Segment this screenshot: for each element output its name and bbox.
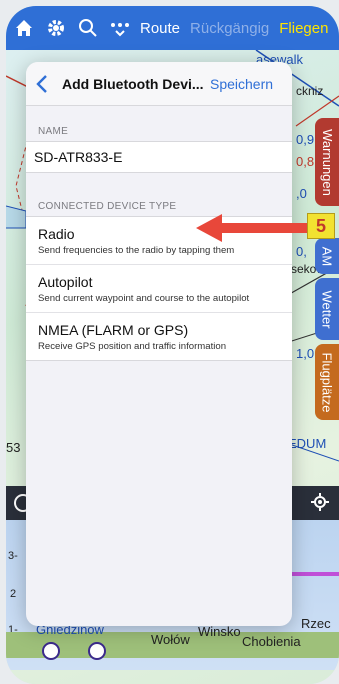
device-type-option-nmea[interactable]: NMEA (FLARM or GPS) Receive GPS position… [26, 313, 292, 360]
tab-weather-label: Wetter [319, 289, 335, 329]
gear-icon[interactable] [44, 16, 68, 40]
chevron-left-icon [36, 74, 47, 93]
main-toolbar: Route Rückgängig Fliegen [6, 6, 339, 50]
map-label: EDUM [288, 436, 327, 451]
map-label: Chobienia [242, 634, 301, 649]
name-group: SD-ATR833-E [26, 141, 292, 173]
save-button[interactable]: Speichern [210, 76, 273, 92]
sheet-nav-bar: Add Bluetooth Devi... Speichern [26, 62, 292, 106]
back-button[interactable] [30, 62, 54, 106]
map-label: ,0 [296, 186, 307, 201]
map-label: 0,9 [296, 132, 315, 147]
profile-tick: 3- [8, 550, 18, 562]
option-subtitle: Send current waypoint and course to the … [38, 293, 250, 304]
map-label: Rzec [301, 616, 331, 631]
sheet-title: Add Bluetooth Devi... [62, 75, 204, 92]
tab-airports-label: Flugplätze [319, 352, 335, 412]
device-type-section-header: CONNECTED DEVICE TYPE [38, 201, 177, 212]
home-icon[interactable] [12, 16, 36, 40]
undo-button[interactable]: Rückgängig [190, 20, 269, 37]
waypoint-icon[interactable] [88, 642, 106, 660]
map-label: 1,0 [296, 346, 315, 361]
option-subtitle: Send frequencies to the radio by tapping… [38, 245, 235, 256]
app-window: asewalk ckniz 0,9 0,8 ,0 0, sekow 1,0 53… [6, 6, 339, 684]
profile-tick: 2 [10, 588, 17, 600]
annotation-badge: 5 [307, 213, 335, 239]
map-label: Winsko [198, 624, 241, 639]
tab-warnings-label: Warnungen [319, 128, 335, 196]
option-subtitle: Receive GPS position and traffic informa… [38, 341, 227, 352]
device-type-option-autopilot[interactable]: Autopilot Send current waypoint and cour… [26, 265, 292, 313]
waypoint-icon[interactable] [42, 642, 60, 660]
map-label: Wołów [151, 632, 190, 647]
tab-weather[interactable]: Wetter [315, 278, 339, 340]
tab-am[interactable]: AM [315, 238, 339, 274]
map-label: ckniz [296, 84, 324, 98]
option-title: Autopilot [38, 274, 93, 290]
option-title: NMEA (FLARM or GPS) [38, 322, 189, 338]
locate-icon[interactable] [311, 493, 329, 516]
map-label: 53 [6, 440, 21, 455]
route-line [286, 572, 339, 576]
route-button[interactable]: Route [140, 20, 180, 37]
map-label: 0,8 [296, 154, 315, 169]
tab-airports[interactable]: Flugplätze [315, 344, 339, 420]
tab-warnings[interactable]: Warnungen [315, 118, 339, 206]
name-section-header: NAME [38, 126, 69, 137]
search-icon[interactable] [76, 16, 100, 40]
add-bluetooth-device-sheet: Add Bluetooth Devi... Speichern NAME SD-… [26, 62, 292, 626]
annotation-arrow-icon [196, 214, 308, 242]
fly-button[interactable]: Fliegen [279, 20, 328, 37]
route-dots-icon[interactable] [108, 16, 132, 40]
device-name-field[interactable]: SD-ATR833-E [26, 142, 292, 172]
map-label: 0, [296, 244, 307, 259]
tab-am-label: AM [319, 246, 335, 266]
